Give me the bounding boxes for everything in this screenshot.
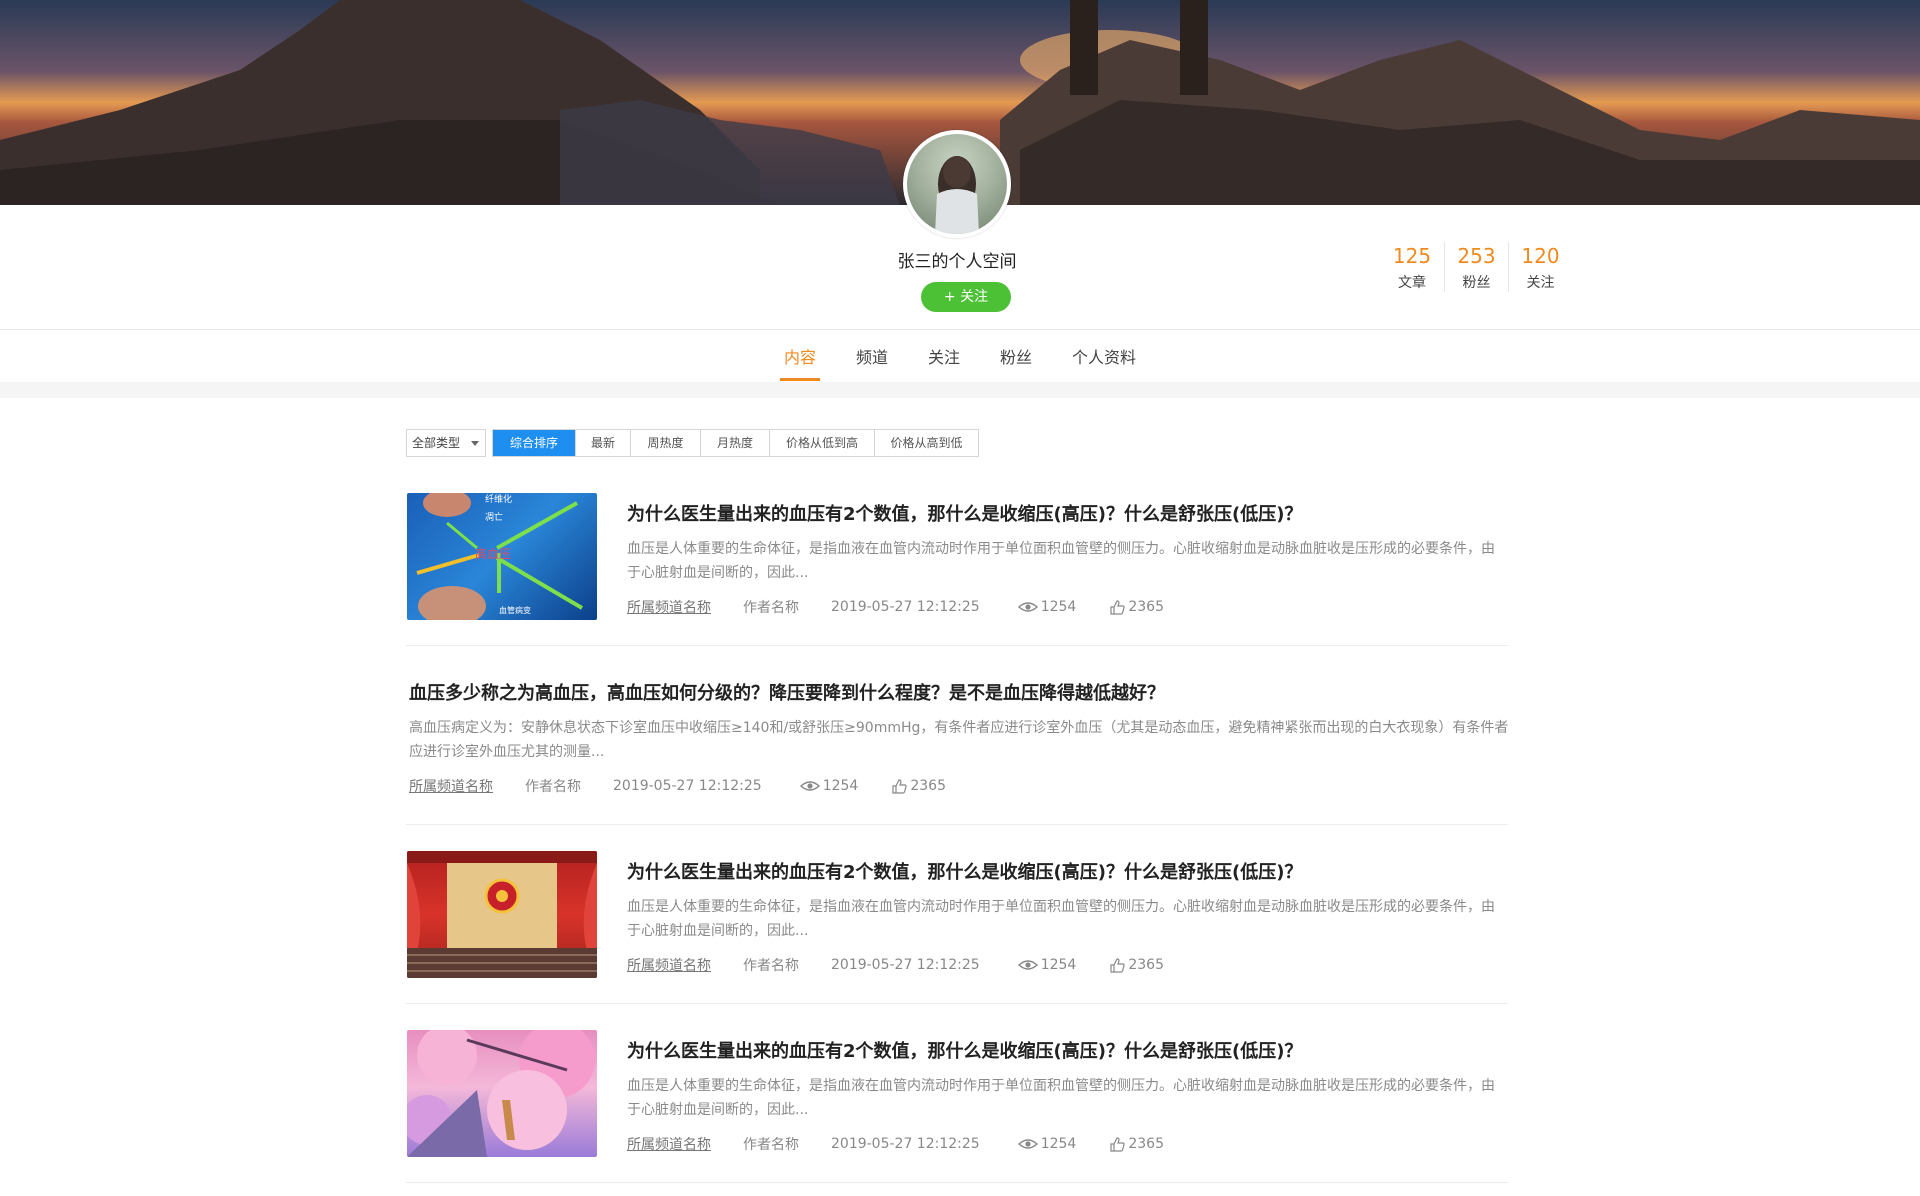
article-meta: 所属频道名称 作者名称 2019-05-27 12:12:25 1254 236… — [409, 776, 946, 796]
article-channel-link[interactable]: 所属频道名称 — [627, 597, 711, 617]
article-date: 2019-05-27 12:12:25 — [831, 957, 980, 973]
section-separator — [0, 382, 1920, 398]
article-views: 1254 — [1017, 957, 1077, 973]
thumb-label: 凋亡 — [485, 511, 503, 523]
article-likes-count: 2365 — [1128, 599, 1164, 615]
sort-monthly-hot-button[interactable]: 月热度 — [700, 430, 769, 456]
filter-bar: 全部类型 综合排序 最新 周热度 月热度 价格从低到高 价格从高到低 — [406, 429, 979, 457]
article-thumbnail[interactable]: 纤维化 凋亡 高血压 血管病变 — [407, 493, 597, 620]
article-item: 纤维化 凋亡 高血压 血管病变 为什么医生量出来的血压有2个数值，那什么是收缩压… — [406, 493, 1508, 646]
assembly-hall-image — [407, 851, 597, 978]
article-desc: 血压是人体重要的生命体征，是指血液在血管内流动时作用于单位面积血管壁的侧压力。心… — [627, 899, 1495, 939]
article-date: 2019-05-27 12:12:25 — [613, 778, 762, 794]
article-title[interactable]: 为什么医生量出来的血压有2个数值，那什么是收缩压(高压)？什么是舒张压(低压)？ — [627, 500, 1302, 526]
stat-fans-count: 253 — [1457, 244, 1496, 268]
caret-down-icon — [471, 441, 479, 446]
avatar-image — [907, 134, 1007, 234]
article-date: 2019-05-27 12:12:25 — [831, 599, 980, 615]
article-likes[interactable]: 2365 — [892, 778, 946, 794]
article-date: 2019-05-27 12:12:25 — [831, 1136, 980, 1152]
article-item: 为什么医生量出来的血压有2个数值，那什么是收缩压(高压)？什么是舒张压(低压)？… — [406, 1030, 1508, 1183]
article-author[interactable]: 作者名称 — [743, 955, 799, 975]
stat-articles[interactable]: 125 文章 — [1380, 242, 1444, 292]
hypertension-diagram-image: 纤维化 凋亡 高血压 血管病变 — [416, 493, 584, 620]
thumbs-up-icon — [1110, 957, 1125, 973]
article-views: 1254 — [1017, 599, 1077, 615]
article-views: 1254 — [1017, 1136, 1077, 1152]
eye-icon — [1017, 960, 1038, 970]
article-title[interactable]: 为什么医生量出来的血压有2个数值，那什么是收缩压(高压)？什么是舒张压(低压)？ — [627, 858, 1302, 884]
article-channel-link[interactable]: 所属频道名称 — [627, 955, 711, 975]
sort-price-desc-button[interactable]: 价格从高到低 — [874, 430, 978, 456]
article-views-count: 1254 — [1040, 599, 1077, 615]
article-meta: 所属频道名称 作者名称 2019-05-27 12:12:25 1254 236… — [627, 597, 1164, 617]
stat-following-label: 关注 — [1526, 275, 1555, 291]
article-desc: 高血压病定义为：安静休息状态下诊室血压中收缩压≥140和/或舒张压≥90mmHg… — [409, 720, 1509, 760]
eye-icon — [799, 781, 820, 791]
article-meta: 所属频道名称 作者名称 2019-05-27 12:12:25 1254 236… — [627, 1134, 1164, 1154]
article-likes[interactable]: 2365 — [1110, 957, 1164, 973]
article-views-count: 1254 — [822, 778, 859, 794]
avatar-girl-image — [935, 156, 979, 234]
article-likes-count: 2365 — [910, 778, 946, 794]
type-select-value: 全部类型 — [412, 436, 461, 450]
cherry-blossom-image — [407, 1030, 595, 1157]
article-likes[interactable]: 2365 — [1110, 1136, 1164, 1152]
article-views-count: 1254 — [1040, 957, 1077, 973]
stat-following[interactable]: 120 关注 — [1508, 242, 1572, 292]
article-desc: 血压是人体重要的生命体征，是指血液在血管内流动时作用于单位面积血管壁的侧压力。心… — [627, 541, 1495, 581]
article-views-count: 1254 — [1040, 1136, 1077, 1152]
sort-weekly-hot-button[interactable]: 周热度 — [630, 430, 700, 456]
article-title[interactable]: 血压多少称之为高血压，高血压如何分级的？降压要降到什么程度？是不是血压降得越低越… — [409, 679, 1165, 705]
stat-fans[interactable]: 253 粉丝 — [1444, 242, 1508, 292]
thumb-label: 血管病变 — [499, 605, 531, 615]
space-title: 张三的个人空间 — [897, 252, 1017, 272]
article-item: 血压多少称之为高血压，高血压如何分级的？降压要降到什么程度？是不是血压降得越低越… — [406, 672, 1508, 825]
sort-latest-button[interactable]: 最新 — [575, 430, 630, 456]
tab-profile-info[interactable]: 个人资料 — [1072, 330, 1136, 382]
sort-price-asc-button[interactable]: 价格从低到高 — [769, 430, 874, 456]
type-select[interactable]: 全部类型 — [406, 429, 486, 457]
stat-articles-label: 文章 — [1398, 275, 1426, 291]
eye-icon — [1017, 1139, 1038, 1149]
article-channel-link[interactable]: 所属频道名称 — [627, 1134, 711, 1154]
article-thumbnail[interactable] — [407, 851, 597, 978]
article-desc: 血压是人体重要的生命体征，是指血液在血管内流动时作用于单位面积血管壁的侧压力。心… — [627, 1078, 1495, 1118]
follow-button[interactable]: + 关注 — [921, 282, 1011, 312]
article-title[interactable]: 为什么医生量出来的血压有2个数值，那什么是收缩压(高压)？什么是舒张压(低压)？ — [627, 1037, 1302, 1063]
eye-icon — [1017, 602, 1038, 612]
thumb-label: 纤维化 — [485, 493, 512, 505]
article-thumbnail[interactable] — [407, 1030, 597, 1157]
article-author[interactable]: 作者名称 — [743, 597, 799, 617]
thumbs-up-icon — [1110, 599, 1125, 615]
profile-stats: 125 文章 253 粉丝 120 关注 — [1380, 242, 1572, 292]
article-likes-count: 2365 — [1128, 957, 1164, 973]
article-channel-link[interactable]: 所属频道名称 — [409, 776, 493, 796]
article-meta: 所属频道名称 作者名称 2019-05-27 12:12:25 1254 236… — [627, 955, 1164, 975]
stat-following-count: 120 — [1521, 244, 1560, 268]
avatar[interactable] — [903, 130, 1011, 238]
thumbs-up-icon — [892, 778, 907, 794]
article-author[interactable]: 作者名称 — [743, 1134, 799, 1154]
article-views: 1254 — [799, 778, 859, 794]
thumb-label: 高血压 — [475, 546, 511, 561]
profile-tabs: 内容 频道 关注 粉丝 个人资料 — [0, 330, 1920, 382]
sort-comprehensive-button[interactable]: 综合排序 — [493, 430, 575, 456]
thumbs-up-icon — [1110, 1136, 1125, 1152]
article-author[interactable]: 作者名称 — [525, 776, 581, 796]
article-likes[interactable]: 2365 — [1110, 599, 1164, 615]
tab-following[interactable]: 关注 — [928, 330, 960, 382]
tab-fans[interactable]: 粉丝 — [1000, 330, 1032, 382]
tab-channels[interactable]: 频道 — [856, 330, 888, 382]
article-likes-count: 2365 — [1128, 1136, 1164, 1152]
article-item: 为什么医生量出来的血压有2个数值，那什么是收缩压(高压)？什么是舒张压(低压)？… — [406, 851, 1508, 1004]
stat-articles-count: 125 — [1392, 244, 1432, 268]
tab-content[interactable]: 内容 — [779, 330, 820, 382]
sort-options: 综合排序 最新 周热度 月热度 价格从低到高 价格从高到低 — [492, 429, 979, 457]
stat-fans-label: 粉丝 — [1462, 275, 1491, 291]
